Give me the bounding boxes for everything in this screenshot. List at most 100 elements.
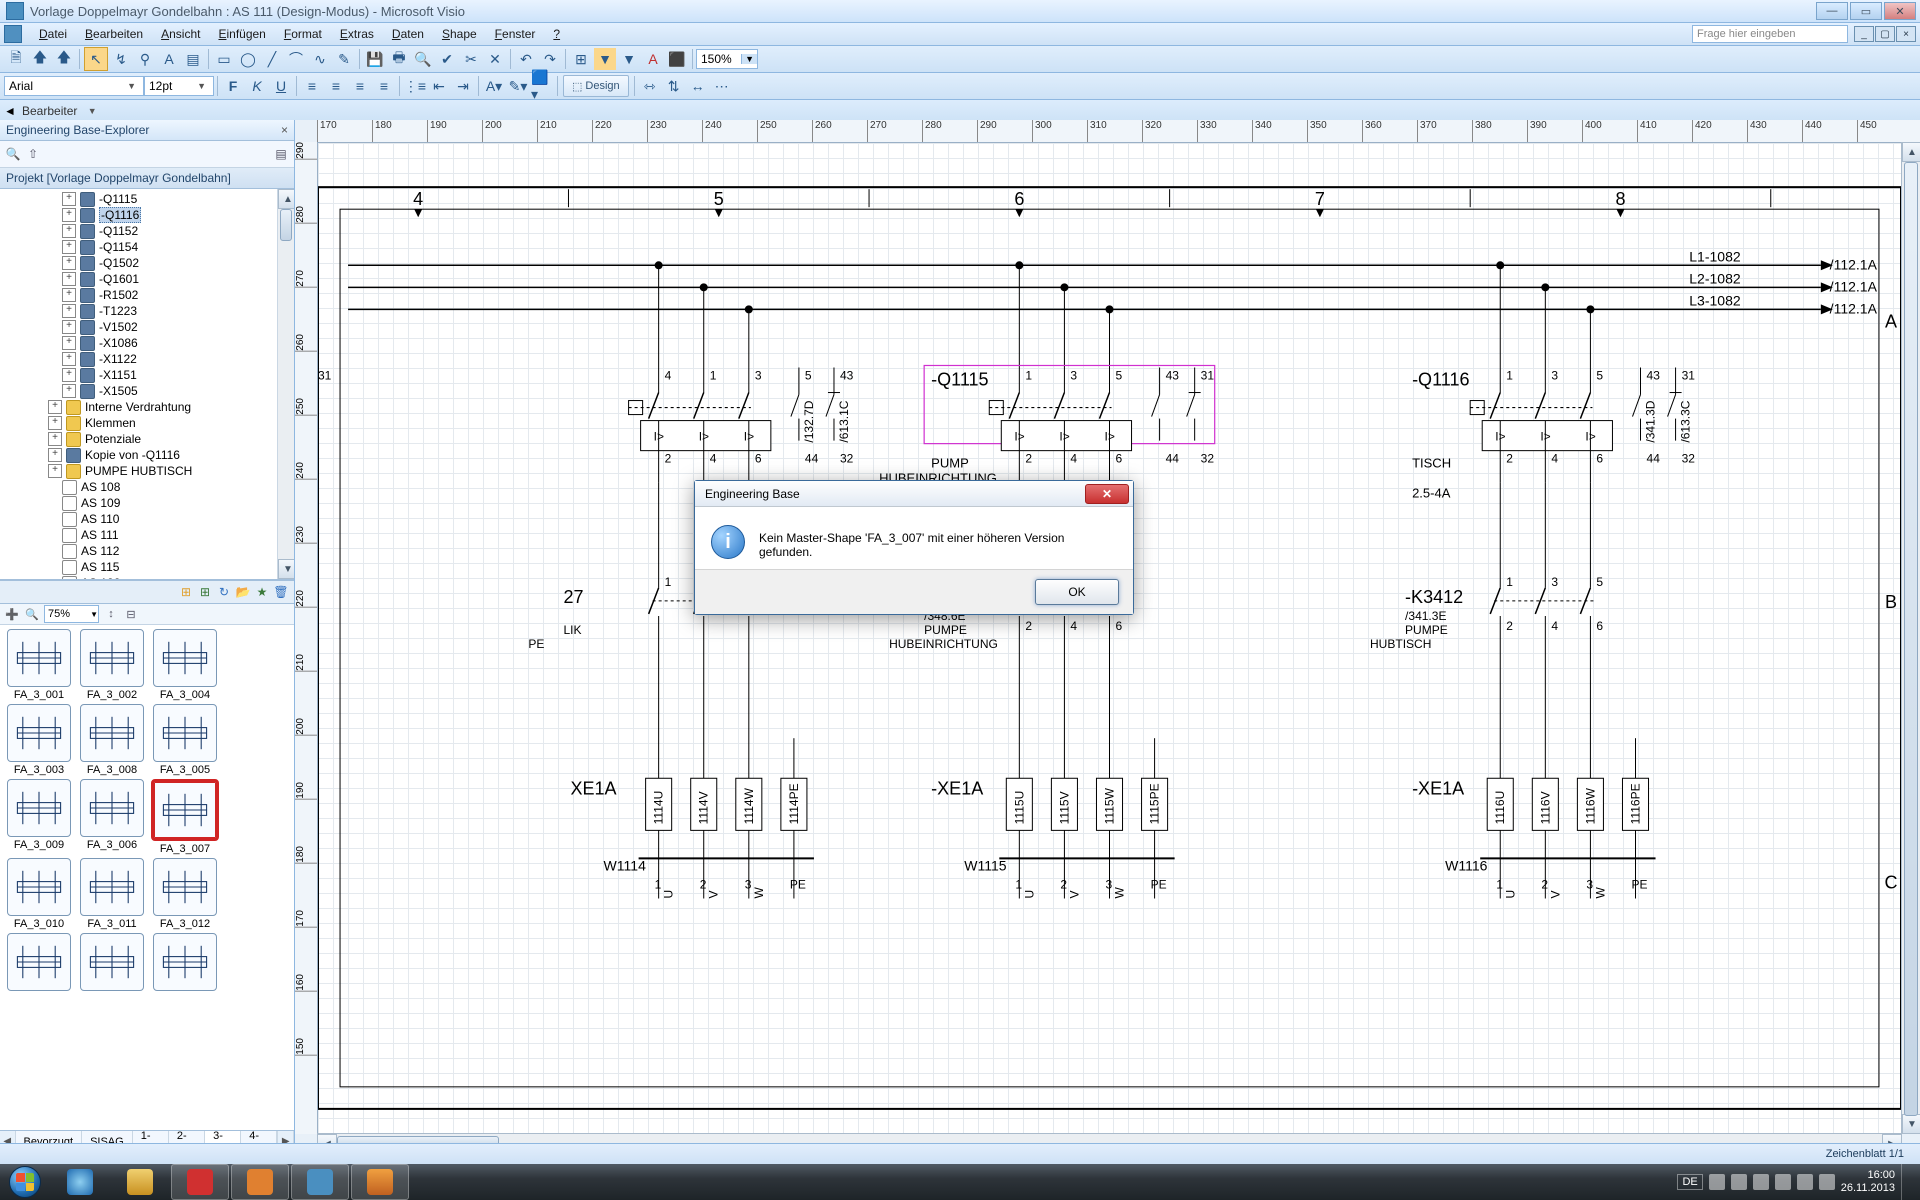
bearbeiter-combo[interactable]: ▼: [81, 103, 181, 119]
magnify-icon[interactable]: 🔍: [4, 145, 22, 163]
menu-ansicht[interactable]: Ansicht: [152, 23, 209, 45]
shapes-del-icon[interactable]: 🗑: [272, 583, 290, 601]
tray-icon-2[interactable]: [1731, 1174, 1747, 1190]
tree-item[interactable]: +-X1086: [0, 335, 294, 351]
tree-item[interactable]: +Kopie von -Q1116: [0, 447, 294, 463]
tray-icon-5[interactable]: [1797, 1174, 1813, 1190]
underline-button[interactable]: U: [270, 75, 292, 97]
italic-button[interactable]: K: [246, 75, 268, 97]
start-button[interactable]: [0, 1164, 50, 1200]
shapes-fav-icon[interactable]: ★: [253, 583, 271, 601]
dialog-ok-button[interactable]: OK: [1035, 579, 1119, 605]
align-center-button[interactable]: ≡: [325, 75, 347, 97]
font-size-combo[interactable]: 12pt▼: [144, 76, 214, 96]
shape-stencil[interactable]: FA_3_003: [4, 704, 74, 776]
rect-tool[interactable]: ▭: [213, 48, 235, 70]
shape-stencil[interactable]: FA_3_012: [150, 858, 220, 930]
nav-back-button[interactable]: ◄: [4, 104, 22, 118]
tree-item[interactable]: +-Q1502: [0, 255, 294, 271]
align-justify-button[interactable]: ≡: [373, 75, 395, 97]
doc-icon[interactable]: [4, 25, 22, 43]
shapes-open-icon[interactable]: 📂: [234, 583, 252, 601]
tree-item[interactable]: +-R1502: [0, 287, 294, 303]
shapes-window-button[interactable]: ⊞: [570, 48, 592, 70]
search-up-icon[interactable]: ⇧: [24, 145, 42, 163]
redo-button[interactable]: ↷: [539, 48, 561, 70]
print-button[interactable]: 🖶: [388, 48, 410, 70]
shapes-area[interactable]: FA_3_001FA_3_002FA_3_004FA_3_003FA_3_008…: [0, 625, 294, 1130]
new-button[interactable]: 🗎: [5, 48, 27, 70]
align-left-button[interactable]: ≡: [301, 75, 323, 97]
fill-color-button[interactable]: 🟦▾: [531, 75, 553, 97]
font-name-combo[interactable]: Arial▼: [4, 76, 144, 96]
shape-stencil[interactable]: [150, 933, 220, 993]
tree-item[interactable]: AS 122: [0, 575, 294, 580]
save-button[interactable]: 🡅: [53, 48, 75, 70]
menu-fenster[interactable]: Fenster: [486, 23, 545, 45]
task-paint[interactable]: [351, 1164, 409, 1200]
preview-button[interactable]: 🔍: [412, 48, 434, 70]
tree-item[interactable]: +-Q1154: [0, 239, 294, 255]
menu-format[interactable]: Format: [275, 23, 331, 45]
menu-shape[interactable]: Shape: [433, 23, 486, 45]
close-button[interactable]: ✕: [1884, 2, 1916, 20]
tray-volume-icon[interactable]: [1819, 1174, 1835, 1190]
tree-item[interactable]: AS 112: [0, 543, 294, 559]
tree-item[interactable]: +-T1223: [0, 303, 294, 319]
tree-item[interactable]: +Klemmen: [0, 415, 294, 431]
indent-dec-button[interactable]: ⇤: [428, 75, 450, 97]
menu-einfügen[interactable]: Einfügen: [209, 23, 274, 45]
task-explorer[interactable]: [111, 1164, 169, 1200]
tree-item[interactable]: AS 110: [0, 511, 294, 527]
tree-item[interactable]: AS 111: [0, 527, 294, 543]
shapes-refresh-icon[interactable]: ↻: [215, 583, 233, 601]
tree-item[interactable]: +-X1122: [0, 351, 294, 367]
help-search[interactable]: Frage hier eingeben: [1692, 25, 1848, 43]
menu-datei[interactable]: Datei: [30, 23, 76, 45]
tray-icon-3[interactable]: [1753, 1174, 1769, 1190]
shapes-view2-icon[interactable]: ⊞: [196, 583, 214, 601]
tree-item[interactable]: +-X1505: [0, 383, 294, 399]
project-tree[interactable]: +-Q1115+-Q1116+-Q1152+-Q1154+-Q1502+-Q16…: [0, 189, 294, 580]
line-color-button[interactable]: ✎▾: [507, 75, 529, 97]
distribute-v-button[interactable]: ⇅: [663, 75, 685, 97]
menu-daten[interactable]: Daten: [383, 23, 433, 45]
zoom-combo[interactable]: 150%▼: [696, 49, 758, 69]
shape-stencil[interactable]: FA_3_001: [4, 629, 74, 701]
shape-stencil[interactable]: FA_3_009: [4, 779, 74, 855]
drawing-surface[interactable]: 45678ABCL1-1082/112.1AL2-1082/112.1AL3-1…: [317, 142, 1902, 1134]
pencil-tool[interactable]: ✎: [333, 48, 355, 70]
dialog-titlebar[interactable]: Engineering Base ✕: [695, 481, 1133, 507]
tree-item[interactable]: AS 108: [0, 479, 294, 495]
shapes-sort1-icon[interactable]: ↕: [103, 606, 119, 622]
eb-explorer-header[interactable]: Engineering Base-Explorer ×: [0, 120, 294, 141]
show-desktop-button[interactable]: [1901, 1164, 1912, 1200]
spacing-button[interactable]: ↔: [687, 75, 709, 97]
fill-dropdown[interactable]: ▼: [594, 48, 616, 70]
tree-scroll-thumb[interactable]: [280, 209, 292, 241]
stamp-tool[interactable]: ⚲: [134, 48, 156, 70]
sheet-tool[interactable]: ▤: [182, 48, 204, 70]
distribute-h-button[interactable]: ⇿: [639, 75, 661, 97]
connect-tool[interactable]: ↯: [110, 48, 132, 70]
shapes-zoom-combo[interactable]: 75%▼: [44, 605, 99, 623]
bullets-button[interactable]: ⋮≡: [404, 75, 426, 97]
tree-item[interactable]: AS 109: [0, 495, 294, 511]
shape-stencil[interactable]: FA_3_002: [77, 629, 147, 701]
task-visio[interactable]: [291, 1164, 349, 1200]
dialog-close-button[interactable]: ✕: [1085, 484, 1129, 504]
shape-stencil[interactable]: FA_3_010: [4, 858, 74, 930]
cut-button[interactable]: ✂: [460, 48, 482, 70]
tree-scroll-up[interactable]: ▲: [278, 189, 294, 209]
mdi-restore[interactable]: ▢: [1875, 26, 1895, 42]
tray-lang[interactable]: DE: [1677, 1174, 1702, 1190]
ellipse-tool[interactable]: ◯: [237, 48, 259, 70]
shape-stencil[interactable]: [4, 933, 74, 993]
shapes-zoom-icon[interactable]: 🔍: [24, 606, 40, 622]
shapes-sort2-icon[interactable]: ⊟: [123, 606, 139, 622]
menu-bearbeiten[interactable]: Bearbeiten: [76, 23, 152, 45]
tray-clock[interactable]: 16:0026.11.2013: [1841, 1169, 1895, 1195]
maximize-button[interactable]: ▭: [1850, 2, 1882, 20]
tree-item[interactable]: +-Q1115: [0, 191, 294, 207]
search-opts-icon[interactable]: ▤: [272, 145, 290, 163]
